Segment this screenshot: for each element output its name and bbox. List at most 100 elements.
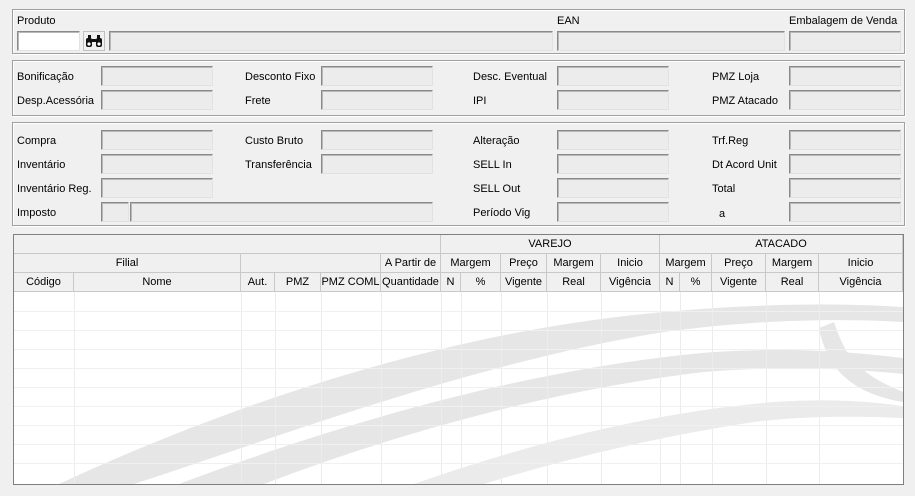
ipi-field <box>557 90 669 110</box>
grid-line <box>819 292 820 484</box>
embalagem-field <box>789 31 901 51</box>
grid-line <box>14 463 903 464</box>
pmz-loja-label: PMZ Loja <box>712 71 760 83</box>
alteracao-field <box>557 130 669 150</box>
grid-line <box>14 330 903 331</box>
header-filial: Filial <box>14 254 241 273</box>
periodo-vig-start-field <box>557 202 669 222</box>
col-aut[interactable]: Aut. <box>241 273 275 292</box>
bonificacao-label: Bonificação <box>17 71 74 83</box>
custo-bruto-field <box>321 130 433 150</box>
ean-field <box>557 31 785 51</box>
col-varejo-vigente[interactable]: Vigente <box>501 273 547 292</box>
pmz-atacado-field <box>789 90 901 110</box>
col-nome[interactable]: Nome <box>74 273 241 292</box>
desp-acessoria-label: Desp.Acessória <box>17 95 95 107</box>
ean-label: EAN <box>557 15 580 27</box>
grid-line <box>14 349 903 350</box>
col-varejo-pct[interactable]: % <box>461 273 501 292</box>
ipi-label: IPI <box>473 95 487 107</box>
imposto-label: Imposto <box>17 207 57 219</box>
desp-acessoria-field <box>101 90 213 110</box>
col-varejo-n[interactable]: N <box>441 273 461 292</box>
bonificacao-field <box>101 66 213 86</box>
dt-acord-unit-field <box>789 154 901 174</box>
grid-line <box>14 444 903 445</box>
col-varejo-real[interactable]: Real <box>547 273 601 292</box>
search-produto-button[interactable] <box>83 31 105 51</box>
header-a-partir-de: A Partir de <box>381 254 441 273</box>
pmz-atacado-label: PMZ Atacado <box>712 95 779 107</box>
custo-bruto-label: Custo Bruto <box>245 135 304 147</box>
pmz-loja-field <box>789 66 901 86</box>
desc-eventual-label: Desc. Eventual <box>473 71 547 83</box>
grid-line <box>766 292 767 484</box>
grid-line <box>501 292 502 484</box>
transferencia-label: Transferência <box>245 159 312 171</box>
col-codigo[interactable]: Código <box>14 273 74 292</box>
watermark-swoosh-icon <box>59 304 903 484</box>
header-varejo-preco: Preço <box>501 254 547 273</box>
trf-reg-label: Trf.Reg <box>712 135 749 147</box>
header-blank <box>14 235 441 254</box>
grid-line <box>275 292 276 484</box>
header-varejo-inicio: Inicio <box>601 254 660 273</box>
col-varejo-vigencia[interactable]: Vigência <box>601 273 660 292</box>
dt-acord-unit-label: Dt Acord Unit <box>712 159 777 171</box>
header-varejo-margem-real: Margem <box>547 254 601 273</box>
header-blank <box>241 254 381 273</box>
sell-in-label: SELL In <box>473 159 512 171</box>
produto-description-field <box>109 31 553 51</box>
grid-line <box>74 292 75 484</box>
grid-line <box>601 292 602 484</box>
periodo-vig-label: Período Vig <box>473 207 531 219</box>
inventario-reg-field <box>101 178 213 198</box>
trf-reg-field <box>789 130 901 150</box>
header-varejo-margem: Margem <box>441 254 501 273</box>
grid-line <box>14 387 903 388</box>
periodo-vig-end-field <box>789 202 901 222</box>
inventario-label: Inventário <box>17 159 66 171</box>
sell-out-label: SELL Out <box>473 183 521 195</box>
sell-out-field <box>557 178 669 198</box>
binoculars-icon <box>86 35 102 47</box>
col-atacado-vigente[interactable]: Vigente <box>712 273 766 292</box>
grid-line <box>321 292 322 484</box>
col-pmz-coml[interactable]: PMZ COML <box>321 273 381 292</box>
grid-line <box>14 425 903 426</box>
grid-line <box>441 292 442 484</box>
header-atacado-margem-real: Margem <box>766 254 819 273</box>
grid-line <box>14 368 903 369</box>
grid-line <box>461 292 462 484</box>
col-atacado-pct[interactable]: % <box>680 273 712 292</box>
embalagem-label: Embalagem de Venda <box>789 15 898 27</box>
grid-line <box>241 292 242 484</box>
imposto-description-field <box>130 202 433 222</box>
sell-in-field <box>557 154 669 174</box>
grid-line <box>547 292 548 484</box>
produto-code-input[interactable] <box>17 31 80 51</box>
filiais-grid[interactable]: VAREJO ATACADO Filial A Partir de Margem… <box>13 234 904 485</box>
header-group-varejo: VAREJO <box>441 235 660 254</box>
grid-line <box>660 292 661 484</box>
desc-eventual-field <box>557 66 669 86</box>
imposto-code-field <box>101 202 129 222</box>
header-atacado-preco: Preço <box>712 254 766 273</box>
desconto-fixo-field <box>321 66 433 86</box>
inventario-field <box>101 154 213 174</box>
periodo-a-label: a <box>719 208 726 220</box>
header-atacado-margem: Margem <box>660 254 712 273</box>
col-pmz[interactable]: PMZ <box>275 273 321 292</box>
alteracao-label: Alteração <box>473 135 520 147</box>
total-label: Total <box>712 183 736 195</box>
col-quantidade[interactable]: Quantidade <box>381 273 441 292</box>
grid-line <box>712 292 713 484</box>
grid-line <box>680 292 681 484</box>
col-atacado-real[interactable]: Real <box>766 273 819 292</box>
grid-line <box>14 311 903 312</box>
transferencia-field <box>321 154 433 174</box>
frete-label: Frete <box>245 95 271 107</box>
col-atacado-vigencia[interactable]: Vigência <box>819 273 903 292</box>
col-atacado-n[interactable]: N <box>660 273 680 292</box>
desconto-fixo-label: Desconto Fixo <box>245 71 316 83</box>
